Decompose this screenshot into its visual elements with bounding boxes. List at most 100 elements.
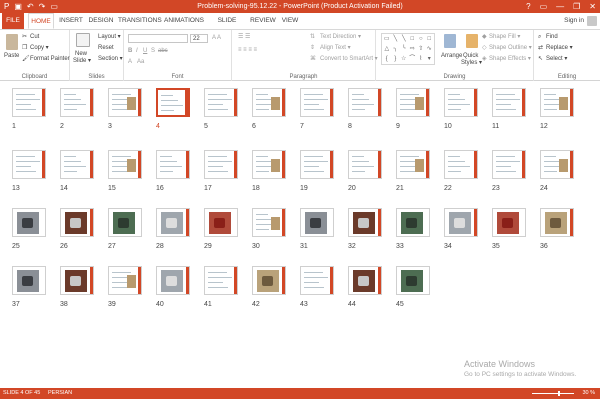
shape-rectangle-icon[interactable]: ▭ (383, 35, 391, 44)
slide-thumbnail[interactable] (252, 150, 286, 179)
align-icons[interactable]: ≡ ≡ ≡ ≡ (238, 46, 257, 54)
font-color-icon[interactable]: A (128, 58, 132, 66)
language-indicator[interactable]: PERSIAN (48, 388, 72, 399)
quick-styles-dropdown[interactable]: Styles ▾ (461, 59, 482, 67)
layout-button[interactable]: Layout ▾ (98, 33, 121, 41)
change-case-icon[interactable]: Aa (137, 58, 144, 66)
slide-thumbnail[interactable] (60, 88, 94, 117)
slide-thumbnail[interactable] (444, 208, 478, 237)
slide-thumbnail[interactable] (300, 208, 334, 237)
shape-effects-icon[interactable]: ◈ (482, 55, 487, 63)
zoom-slider-handle[interactable] (558, 391, 560, 396)
shape-oval-icon[interactable]: ○ (417, 35, 425, 44)
zoom-level[interactable]: 30 % (582, 388, 595, 399)
slide-thumbnail[interactable] (300, 88, 334, 117)
shape-fill-icon[interactable]: ◆ (482, 33, 487, 41)
shapes-gallery[interactable]: ▭ ╲ ╲ □ ○ □ △ ╮ ╰ ⇨ ⇧ ∿ {} ☆ ⌒ ⌇ ▾ (381, 33, 435, 65)
text-direction-icon[interactable]: ⇅ (310, 33, 315, 41)
cut-icon[interactable]: ✂ (22, 33, 27, 41)
shape-outline-button[interactable]: Shape Outline ▾ (489, 44, 532, 52)
slide-thumbnail[interactable] (396, 208, 430, 237)
tab-slide-show[interactable]: SLIDE SHOW (208, 13, 246, 40)
slide-thumbnail[interactable] (300, 266, 334, 295)
shape-curve-icon[interactable]: ⌒ (409, 55, 417, 64)
shape-line-icon[interactable]: ╲ (400, 35, 408, 44)
shape-fill-button[interactable]: Shape Fill ▾ (489, 33, 520, 41)
smartart-icon[interactable]: ⌘ (310, 55, 316, 63)
slide-thumbnail[interactable] (156, 88, 190, 117)
slide-thumbnail[interactable] (492, 208, 526, 237)
reset-button[interactable]: Reset (98, 44, 114, 52)
slide-thumbnail[interactable] (12, 88, 46, 117)
copy-icon[interactable]: ❐ (22, 44, 27, 52)
tab-design[interactable]: DESIGN (88, 13, 114, 29)
shape-brace-icon[interactable]: { (383, 55, 391, 64)
shape-line-icon[interactable]: ╰ (400, 45, 408, 54)
shape-effects-button[interactable]: Shape Effects ▾ (489, 55, 531, 63)
slide-thumbnail[interactable] (12, 150, 46, 179)
shape-more-icon[interactable]: ▾ (426, 55, 434, 64)
tab-review[interactable]: REVIEW (250, 13, 276, 29)
ribbon-display-options-icon[interactable]: ▭ (540, 2, 548, 11)
bold-icon[interactable]: B (128, 47, 132, 55)
font-size-box[interactable]: 22 (190, 34, 208, 43)
underline-icon[interactable]: U (143, 47, 147, 55)
italic-icon[interactable]: I (136, 47, 138, 55)
slide-thumbnail[interactable] (204, 88, 238, 117)
tab-animations[interactable]: ANIMATIONS (164, 13, 204, 29)
slide-thumbnail[interactable] (540, 208, 574, 237)
find-button[interactable]: Find (546, 33, 558, 41)
slide-thumbnail[interactable] (540, 88, 574, 117)
shadow-icon[interactable]: S (151, 47, 155, 55)
slide-thumbnail[interactable] (492, 88, 526, 117)
slide-thumbnail[interactable] (492, 150, 526, 179)
slide-thumbnail[interactable] (444, 88, 478, 117)
slide-thumbnail[interactable] (108, 266, 142, 295)
slide-thumbnail[interactable] (204, 150, 238, 179)
slide-thumbnail[interactable] (156, 150, 190, 179)
replace-button[interactable]: Replace ▾ (546, 44, 573, 52)
slide-thumbnail[interactable] (300, 150, 334, 179)
slide-thumbnail[interactable] (60, 208, 94, 237)
align-text-button[interactable]: Align Text ▾ (320, 44, 351, 52)
cut-button[interactable]: Cut (30, 33, 39, 41)
slide-thumbnail[interactable] (396, 150, 430, 179)
arrange-button[interactable]: Arrange (441, 52, 462, 60)
shape-line-icon[interactable]: ╲ (392, 35, 400, 44)
slide-thumbnail[interactable] (60, 266, 94, 295)
font-name-box[interactable] (128, 34, 188, 43)
shape-arrow-icon[interactable]: ⇨ (409, 45, 417, 54)
slide-thumbnail[interactable] (252, 266, 286, 295)
text-direction-button[interactable]: Text Direction ▾ (320, 33, 361, 41)
select-button[interactable]: Select ▾ (546, 55, 567, 63)
shape-star-icon[interactable]: ☆ (400, 55, 408, 64)
new-slide-dropdown[interactable]: Slide ▾ (73, 57, 91, 65)
slide-thumbnail[interactable] (348, 208, 382, 237)
select-icon[interactable]: ↖ (538, 55, 543, 63)
new-slide-icon[interactable] (76, 33, 90, 47)
bullets-icon[interactable]: ☰ ☰ (238, 33, 250, 41)
section-button[interactable]: Section ▾ (98, 55, 123, 63)
slide-thumbnail[interactable] (12, 266, 46, 295)
shape-rectangle-icon[interactable]: □ (409, 35, 417, 44)
slide-thumbnail[interactable] (12, 208, 46, 237)
slide-thumbnail[interactable] (108, 208, 142, 237)
tab-insert[interactable]: INSERT (58, 13, 84, 29)
slide-thumbnail[interactable] (540, 150, 574, 179)
help-icon[interactable]: ? (526, 2, 530, 11)
tab-file[interactable]: FILE (2, 13, 24, 29)
slide-thumbnail[interactable] (60, 150, 94, 179)
slide-thumbnail[interactable] (396, 88, 430, 117)
format-painter-icon[interactable]: 🖌 (22, 55, 30, 63)
restore-icon[interactable]: ❐ (573, 2, 580, 11)
shape-outline-icon[interactable]: ◇ (482, 44, 487, 52)
slide-thumbnail[interactable] (204, 266, 238, 295)
tab-home[interactable]: HOME (28, 13, 54, 29)
close-icon[interactable]: ✕ (589, 2, 596, 11)
minimize-icon[interactable]: — (556, 2, 564, 11)
shape-line-icon[interactable]: ╮ (392, 45, 400, 54)
slide-thumbnail[interactable] (396, 266, 430, 295)
slide-thumbnail[interactable] (444, 150, 478, 179)
copy-button[interactable]: Copy ▾ (30, 44, 49, 52)
slide-thumbnail[interactable] (108, 88, 142, 117)
